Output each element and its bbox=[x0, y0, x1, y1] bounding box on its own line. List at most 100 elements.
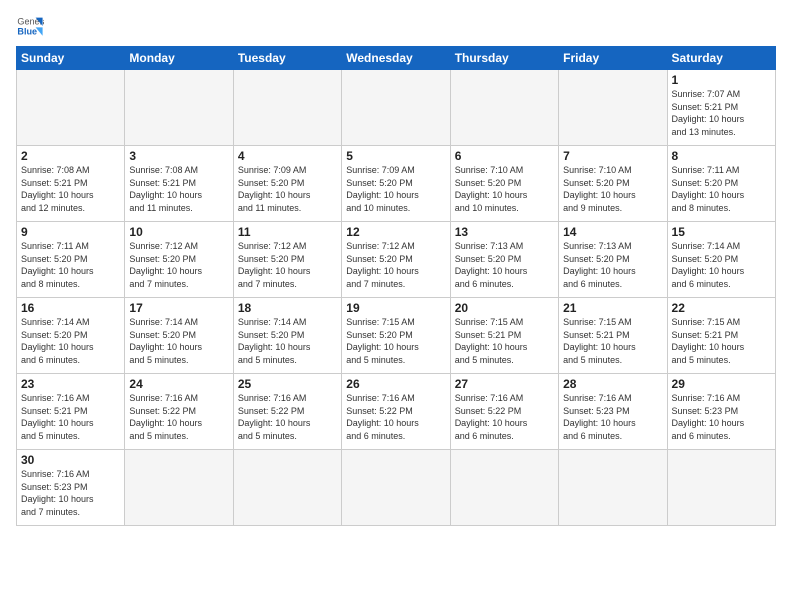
calendar-cell bbox=[559, 450, 667, 526]
day-info: Sunrise: 7:15 AMSunset: 5:21 PMDaylight:… bbox=[455, 316, 554, 366]
calendar-cell: 17Sunrise: 7:14 AMSunset: 5:20 PMDayligh… bbox=[125, 298, 233, 374]
calendar-cell: 9Sunrise: 7:11 AMSunset: 5:20 PMDaylight… bbox=[17, 222, 125, 298]
day-info: Sunrise: 7:12 AMSunset: 5:20 PMDaylight:… bbox=[129, 240, 228, 290]
day-number: 9 bbox=[21, 225, 120, 239]
day-info: Sunrise: 7:15 AMSunset: 5:21 PMDaylight:… bbox=[672, 316, 771, 366]
day-number: 7 bbox=[563, 149, 662, 163]
calendar-cell: 1Sunrise: 7:07 AMSunset: 5:21 PMDaylight… bbox=[667, 70, 775, 146]
day-info: Sunrise: 7:09 AMSunset: 5:20 PMDaylight:… bbox=[238, 164, 337, 214]
calendar-cell bbox=[450, 70, 558, 146]
calendar-cell: 25Sunrise: 7:16 AMSunset: 5:22 PMDayligh… bbox=[233, 374, 341, 450]
day-info: Sunrise: 7:16 AMSunset: 5:21 PMDaylight:… bbox=[21, 392, 120, 442]
weekday-tuesday: Tuesday bbox=[233, 47, 341, 70]
day-number: 20 bbox=[455, 301, 554, 315]
weekday-saturday: Saturday bbox=[667, 47, 775, 70]
logo-icon: General Blue bbox=[16, 12, 44, 40]
weekday-header-row: SundayMondayTuesdayWednesdayThursdayFrid… bbox=[17, 47, 776, 70]
day-number: 24 bbox=[129, 377, 228, 391]
calendar-header: SundayMondayTuesdayWednesdayThursdayFrid… bbox=[17, 47, 776, 70]
calendar-cell bbox=[125, 450, 233, 526]
calendar-table: SundayMondayTuesdayWednesdayThursdayFrid… bbox=[16, 46, 776, 526]
day-number: 2 bbox=[21, 149, 120, 163]
weekday-wednesday: Wednesday bbox=[342, 47, 450, 70]
day-info: Sunrise: 7:16 AMSunset: 5:22 PMDaylight:… bbox=[238, 392, 337, 442]
calendar-cell: 26Sunrise: 7:16 AMSunset: 5:22 PMDayligh… bbox=[342, 374, 450, 450]
calendar-week-6: 30Sunrise: 7:16 AMSunset: 5:23 PMDayligh… bbox=[17, 450, 776, 526]
day-number: 30 bbox=[21, 453, 120, 467]
day-info: Sunrise: 7:16 AMSunset: 5:22 PMDaylight:… bbox=[129, 392, 228, 442]
calendar-cell bbox=[125, 70, 233, 146]
day-number: 29 bbox=[672, 377, 771, 391]
calendar-cell: 3Sunrise: 7:08 AMSunset: 5:21 PMDaylight… bbox=[125, 146, 233, 222]
calendar-cell: 19Sunrise: 7:15 AMSunset: 5:20 PMDayligh… bbox=[342, 298, 450, 374]
calendar-week-3: 9Sunrise: 7:11 AMSunset: 5:20 PMDaylight… bbox=[17, 222, 776, 298]
calendar-cell bbox=[233, 450, 341, 526]
day-info: Sunrise: 7:10 AMSunset: 5:20 PMDaylight:… bbox=[455, 164, 554, 214]
day-number: 16 bbox=[21, 301, 120, 315]
calendar-cell: 5Sunrise: 7:09 AMSunset: 5:20 PMDaylight… bbox=[342, 146, 450, 222]
day-number: 21 bbox=[563, 301, 662, 315]
calendar-cell bbox=[233, 70, 341, 146]
day-info: Sunrise: 7:16 AMSunset: 5:23 PMDaylight:… bbox=[563, 392, 662, 442]
weekday-monday: Monday bbox=[125, 47, 233, 70]
day-info: Sunrise: 7:12 AMSunset: 5:20 PMDaylight:… bbox=[346, 240, 445, 290]
calendar-cell: 18Sunrise: 7:14 AMSunset: 5:20 PMDayligh… bbox=[233, 298, 341, 374]
day-info: Sunrise: 7:13 AMSunset: 5:20 PMDaylight:… bbox=[563, 240, 662, 290]
calendar-cell bbox=[450, 450, 558, 526]
calendar-cell: 29Sunrise: 7:16 AMSunset: 5:23 PMDayligh… bbox=[667, 374, 775, 450]
day-info: Sunrise: 7:14 AMSunset: 5:20 PMDaylight:… bbox=[129, 316, 228, 366]
calendar-cell: 28Sunrise: 7:16 AMSunset: 5:23 PMDayligh… bbox=[559, 374, 667, 450]
day-number: 11 bbox=[238, 225, 337, 239]
calendar-cell: 8Sunrise: 7:11 AMSunset: 5:20 PMDaylight… bbox=[667, 146, 775, 222]
weekday-sunday: Sunday bbox=[17, 47, 125, 70]
day-number: 17 bbox=[129, 301, 228, 315]
calendar-week-5: 23Sunrise: 7:16 AMSunset: 5:21 PMDayligh… bbox=[17, 374, 776, 450]
calendar-cell: 11Sunrise: 7:12 AMSunset: 5:20 PMDayligh… bbox=[233, 222, 341, 298]
day-info: Sunrise: 7:08 AMSunset: 5:21 PMDaylight:… bbox=[129, 164, 228, 214]
day-number: 4 bbox=[238, 149, 337, 163]
calendar-cell: 20Sunrise: 7:15 AMSunset: 5:21 PMDayligh… bbox=[450, 298, 558, 374]
svg-text:Blue: Blue bbox=[17, 26, 37, 36]
calendar-week-2: 2Sunrise: 7:08 AMSunset: 5:21 PMDaylight… bbox=[17, 146, 776, 222]
calendar-cell: 23Sunrise: 7:16 AMSunset: 5:21 PMDayligh… bbox=[17, 374, 125, 450]
day-number: 12 bbox=[346, 225, 445, 239]
day-number: 10 bbox=[129, 225, 228, 239]
day-number: 22 bbox=[672, 301, 771, 315]
day-number: 6 bbox=[455, 149, 554, 163]
day-info: Sunrise: 7:14 AMSunset: 5:20 PMDaylight:… bbox=[238, 316, 337, 366]
calendar-cell bbox=[342, 70, 450, 146]
day-number: 28 bbox=[563, 377, 662, 391]
calendar-cell: 30Sunrise: 7:16 AMSunset: 5:23 PMDayligh… bbox=[17, 450, 125, 526]
day-info: Sunrise: 7:16 AMSunset: 5:22 PMDaylight:… bbox=[455, 392, 554, 442]
day-number: 15 bbox=[672, 225, 771, 239]
logo: General Blue bbox=[16, 12, 44, 40]
day-info: Sunrise: 7:14 AMSunset: 5:20 PMDaylight:… bbox=[672, 240, 771, 290]
day-info: Sunrise: 7:16 AMSunset: 5:22 PMDaylight:… bbox=[346, 392, 445, 442]
day-number: 23 bbox=[21, 377, 120, 391]
calendar-cell: 6Sunrise: 7:10 AMSunset: 5:20 PMDaylight… bbox=[450, 146, 558, 222]
calendar-cell bbox=[17, 70, 125, 146]
day-info: Sunrise: 7:14 AMSunset: 5:20 PMDaylight:… bbox=[21, 316, 120, 366]
day-number: 27 bbox=[455, 377, 554, 391]
calendar-cell: 12Sunrise: 7:12 AMSunset: 5:20 PMDayligh… bbox=[342, 222, 450, 298]
calendar-cell: 13Sunrise: 7:13 AMSunset: 5:20 PMDayligh… bbox=[450, 222, 558, 298]
day-number: 25 bbox=[238, 377, 337, 391]
day-info: Sunrise: 7:12 AMSunset: 5:20 PMDaylight:… bbox=[238, 240, 337, 290]
day-info: Sunrise: 7:15 AMSunset: 5:21 PMDaylight:… bbox=[563, 316, 662, 366]
calendar-cell bbox=[342, 450, 450, 526]
calendar-cell: 4Sunrise: 7:09 AMSunset: 5:20 PMDaylight… bbox=[233, 146, 341, 222]
day-number: 8 bbox=[672, 149, 771, 163]
day-info: Sunrise: 7:13 AMSunset: 5:20 PMDaylight:… bbox=[455, 240, 554, 290]
calendar-cell: 21Sunrise: 7:15 AMSunset: 5:21 PMDayligh… bbox=[559, 298, 667, 374]
day-info: Sunrise: 7:08 AMSunset: 5:21 PMDaylight:… bbox=[21, 164, 120, 214]
day-info: Sunrise: 7:10 AMSunset: 5:20 PMDaylight:… bbox=[563, 164, 662, 214]
day-info: Sunrise: 7:16 AMSunset: 5:23 PMDaylight:… bbox=[21, 468, 120, 518]
day-number: 14 bbox=[563, 225, 662, 239]
day-info: Sunrise: 7:09 AMSunset: 5:20 PMDaylight:… bbox=[346, 164, 445, 214]
weekday-thursday: Thursday bbox=[450, 47, 558, 70]
calendar-cell: 24Sunrise: 7:16 AMSunset: 5:22 PMDayligh… bbox=[125, 374, 233, 450]
calendar-cell: 16Sunrise: 7:14 AMSunset: 5:20 PMDayligh… bbox=[17, 298, 125, 374]
calendar-cell: 7Sunrise: 7:10 AMSunset: 5:20 PMDaylight… bbox=[559, 146, 667, 222]
day-number: 18 bbox=[238, 301, 337, 315]
day-info: Sunrise: 7:11 AMSunset: 5:20 PMDaylight:… bbox=[21, 240, 120, 290]
